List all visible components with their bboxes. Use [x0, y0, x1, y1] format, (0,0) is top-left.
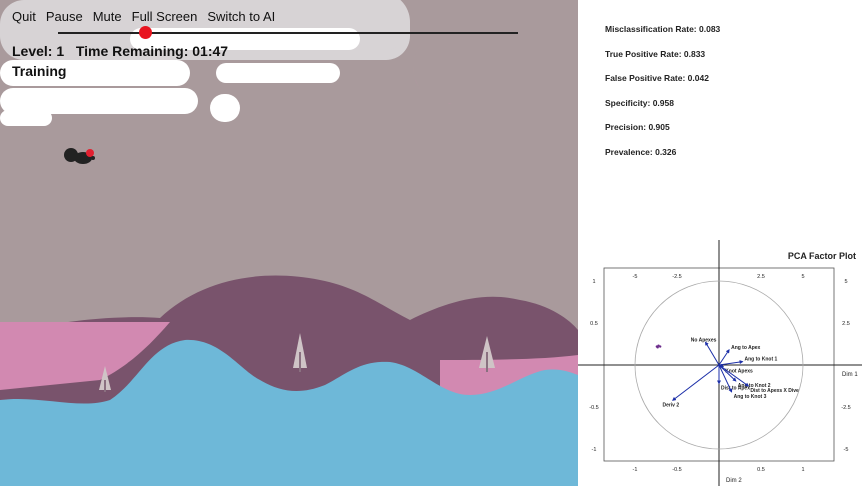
pca-loading-label: Dist to Apex: [721, 385, 750, 391]
game-viewport: Quit Pause Mute Full Screen Switch to AI…: [0, 0, 578, 486]
pca-xlabel: Dim 1: [842, 372, 858, 378]
pca-loading-arrow: [718, 360, 744, 366]
speed-slider-track[interactable]: [58, 32, 518, 34]
pca-tick-y-left: 0.5: [590, 321, 598, 327]
pca-observation-point: [659, 345, 662, 348]
mute-button[interactable]: Mute: [93, 9, 122, 24]
crescent-moon: [413, 37, 468, 104]
pca-loading-label: Ang to Knot 3: [734, 394, 767, 400]
pca-tick-x-bottom: -0.5: [672, 467, 681, 473]
pca-tick-x-top: 2.5: [757, 274, 765, 280]
pca-loading-arrow: [718, 349, 730, 366]
pca-tick-y-right: 5: [844, 279, 847, 285]
quit-button[interactable]: Quit: [12, 9, 36, 24]
pca-tick-y-left: -1: [592, 447, 597, 453]
stat-true-positive-rate: True Positive Rate: 0.833: [605, 48, 706, 59]
pca-tick-x-top: 5: [801, 274, 804, 280]
pca-factor-plot: PCA Factor Plot -1 -0.5 0.5 1 -5 -2.5 2.5 5 1 0.5…: [578, 240, 862, 486]
time-remaining-label: Time Remaining: 01:47: [75, 43, 229, 59]
pca-loading-label: No Apexes: [691, 337, 717, 343]
pca-marks: No Apexes Ang to Apex Ang to Knot 1 Knot Ap…: [655, 337, 799, 408]
stat-misclassification: Misclassification Rate: 0.083: [605, 24, 721, 34]
mode-label: Training: [12, 63, 67, 79]
pca-tick-x-top: -5: [633, 274, 638, 280]
pca-tick-x-bottom: 0.5: [757, 467, 765, 473]
pca-tick-x-bottom: -1: [633, 467, 638, 473]
switch-to-ai-button[interactable]: Switch to AI: [207, 9, 275, 24]
stat-precision: Precision: 0.905: [605, 122, 670, 132]
pca-loading-label: Knot Apexs: [725, 369, 753, 375]
stat-prevalence: Prevalence: 0.326: [605, 146, 677, 157]
pca-tick-x-bottom: 1: [801, 467, 804, 473]
player-squirrel: [64, 148, 95, 164]
stat-specificity: Specificity: 0.958: [605, 97, 674, 108]
pca-loading-label: Ang to Knot 1: [745, 357, 778, 363]
pca-title: PCA Factor Plot: [788, 251, 856, 261]
level-label: Level: 1: [12, 43, 65, 59]
full-screen-button[interactable]: Full Screen: [132, 9, 198, 24]
pca-ticks: -1 -0.5 0.5 1 -5 -2.5 2.5 5 1 0.5 -0.5 -1 5 2.5 -2.5 -5: [589, 274, 850, 473]
pca-loading-label: Deriv 2: [662, 402, 679, 408]
pca-tick-y-right: -5: [844, 447, 849, 453]
pca-tick-y-right: 2.5: [842, 321, 850, 327]
pca-observation-point: [656, 346, 659, 349]
pca-loading-label: Ang to Apex: [731, 345, 760, 351]
pca-loading-arrow: [705, 341, 720, 366]
pca-tick-x-top: -2.5: [672, 274, 681, 280]
level-time-display: Level: 1 Time Remaining: 01:47: [12, 43, 228, 59]
pca-tick-y-right: -2.5: [841, 405, 850, 411]
stats-panel: Misclassification Rate: 0.083 True Posit…: [605, 24, 720, 171]
stat-false-positive-rate: False Positive Rate: 0.042: [605, 73, 709, 83]
pca-loading-arrow: [672, 364, 720, 401]
pca-tick-y-left: -0.5: [589, 405, 598, 411]
game-menu: Quit Pause Mute Full Screen Switch to AI: [12, 9, 275, 24]
pause-button[interactable]: Pause: [46, 9, 83, 24]
pca-ylabel: Dim 2: [726, 478, 742, 484]
game-scene: [0, 0, 578, 486]
pca-tick-y-left: 1: [592, 279, 595, 285]
